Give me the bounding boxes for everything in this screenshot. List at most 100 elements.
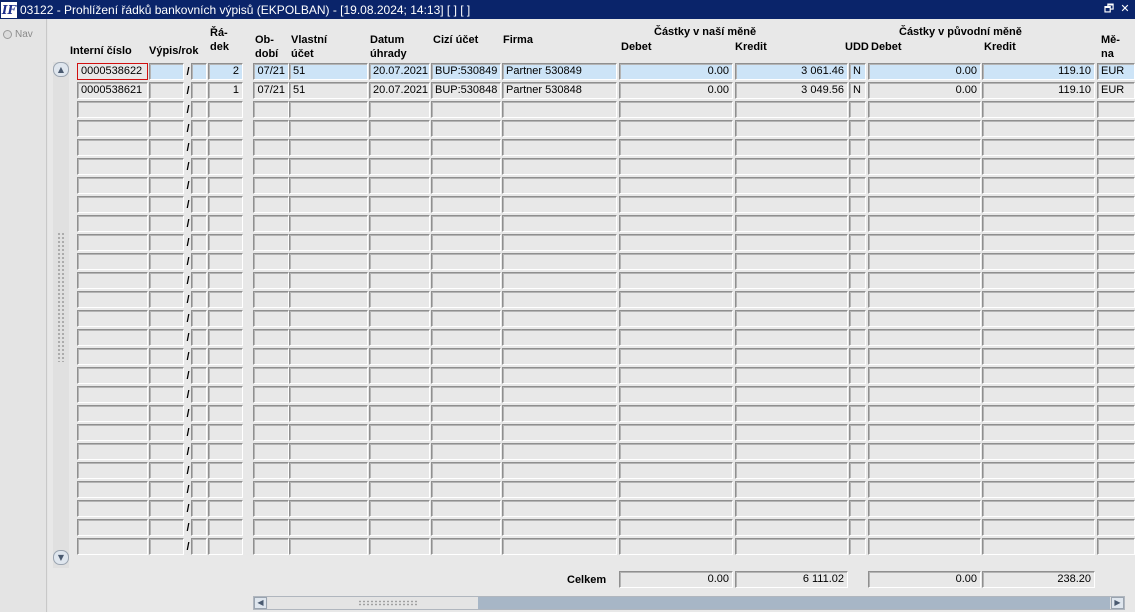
obdobi-cell[interactable]	[253, 215, 289, 232]
cizi-ucet-cell[interactable]	[431, 538, 501, 555]
obdobi-cell[interactable]	[253, 424, 289, 441]
interni-cislo-cell[interactable]	[77, 158, 148, 175]
debet-puvodni-cell[interactable]	[868, 500, 981, 517]
interni-cislo-cell[interactable]	[77, 272, 148, 289]
vypis-cell[interactable]	[149, 215, 184, 232]
debet-cell[interactable]	[619, 538, 733, 555]
debet-puvodni-cell[interactable]	[868, 177, 981, 194]
datum-uhrady-cell[interactable]	[369, 367, 430, 384]
cizi-ucet-cell[interactable]	[431, 405, 501, 422]
mena-cell[interactable]	[1097, 443, 1135, 460]
horizontal-scroll-track[interactable]	[478, 597, 1110, 609]
radek-cell[interactable]	[208, 120, 243, 137]
vypis-cell[interactable]	[149, 538, 184, 555]
vlastni-ucet-cell[interactable]	[289, 253, 368, 270]
rok-cell[interactable]	[191, 538, 207, 555]
obdobi-cell[interactable]	[253, 405, 289, 422]
rok-cell[interactable]	[191, 120, 207, 137]
udd-cell[interactable]	[849, 367, 866, 384]
radek-cell[interactable]	[208, 519, 243, 536]
udd-cell[interactable]	[849, 462, 866, 479]
firma-cell[interactable]	[502, 424, 617, 441]
debet-puvodni-cell[interactable]	[868, 158, 981, 175]
datum-uhrady-cell[interactable]	[369, 462, 430, 479]
mena-cell[interactable]	[1097, 196, 1135, 213]
kredit-puvodni-cell[interactable]: 119.10	[982, 63, 1095, 80]
vypis-cell[interactable]	[149, 329, 184, 346]
vlastni-ucet-cell[interactable]	[289, 405, 368, 422]
radek-cell[interactable]	[208, 177, 243, 194]
vlastni-ucet-cell[interactable]	[289, 272, 368, 289]
kredit-cell[interactable]	[735, 348, 848, 365]
datum-uhrady-cell[interactable]	[369, 234, 430, 251]
rok-cell[interactable]	[191, 101, 207, 118]
obdobi-cell[interactable]	[253, 139, 289, 156]
udd-cell[interactable]	[849, 348, 866, 365]
scroll-left-button[interactable]: ◀	[254, 597, 267, 609]
obdobi-cell[interactable]	[253, 443, 289, 460]
kredit-cell[interactable]	[735, 481, 848, 498]
firma-cell[interactable]	[502, 310, 617, 327]
nav-radio[interactable]: Nav	[3, 29, 33, 40]
kredit-puvodni-cell[interactable]	[982, 272, 1095, 289]
vlastni-ucet-cell[interactable]	[289, 538, 368, 555]
radek-cell[interactable]	[208, 386, 243, 403]
udd-cell[interactable]	[849, 424, 866, 441]
vypis-cell[interactable]	[149, 424, 184, 441]
vertical-scrollbar[interactable]: ▲ ▼	[53, 62, 69, 568]
datum-uhrady-cell[interactable]	[369, 215, 430, 232]
kredit-cell[interactable]	[735, 329, 848, 346]
datum-uhrady-cell[interactable]	[369, 272, 430, 289]
kredit-puvodni-cell[interactable]	[982, 462, 1095, 479]
debet-cell[interactable]	[619, 139, 733, 156]
datum-uhrady-cell[interactable]	[369, 253, 430, 270]
mena-cell[interactable]: EUR	[1097, 63, 1135, 80]
firma-cell[interactable]	[502, 101, 617, 118]
vlastni-ucet-cell[interactable]	[289, 443, 368, 460]
udd-cell[interactable]	[849, 196, 866, 213]
scroll-down-button[interactable]: ▼	[53, 550, 69, 565]
rok-cell[interactable]	[191, 82, 207, 99]
kredit-puvodni-cell[interactable]	[982, 348, 1095, 365]
mena-cell[interactable]	[1097, 310, 1135, 327]
kredit-puvodni-cell[interactable]	[982, 101, 1095, 118]
firma-cell[interactable]	[502, 329, 617, 346]
cizi-ucet-cell[interactable]	[431, 386, 501, 403]
firma-cell[interactable]	[502, 538, 617, 555]
obdobi-cell[interactable]	[253, 519, 289, 536]
debet-cell[interactable]	[619, 120, 733, 137]
vypis-cell[interactable]	[149, 481, 184, 498]
datum-uhrady-cell[interactable]	[369, 519, 430, 536]
udd-cell[interactable]	[849, 329, 866, 346]
interni-cislo-cell[interactable]	[77, 196, 148, 213]
datum-uhrady-cell[interactable]	[369, 348, 430, 365]
debet-puvodni-cell[interactable]	[868, 291, 981, 308]
cizi-ucet-cell[interactable]	[431, 101, 501, 118]
udd-cell[interactable]	[849, 253, 866, 270]
udd-cell[interactable]	[849, 386, 866, 403]
datum-uhrady-cell[interactable]	[369, 139, 430, 156]
vypis-cell[interactable]	[149, 405, 184, 422]
radek-cell[interactable]	[208, 538, 243, 555]
firma-cell[interactable]	[502, 272, 617, 289]
firma-cell[interactable]	[502, 519, 617, 536]
rok-cell[interactable]	[191, 462, 207, 479]
rok-cell[interactable]	[191, 196, 207, 213]
vypis-cell[interactable]	[149, 310, 184, 327]
datum-uhrady-cell[interactable]	[369, 177, 430, 194]
udd-cell[interactable]	[849, 234, 866, 251]
mena-cell[interactable]	[1097, 253, 1135, 270]
radek-cell[interactable]	[208, 139, 243, 156]
debet-puvodni-cell[interactable]	[868, 348, 981, 365]
datum-uhrady-cell[interactable]	[369, 310, 430, 327]
udd-cell[interactable]	[849, 158, 866, 175]
kredit-puvodni-cell[interactable]	[982, 215, 1095, 232]
udd-cell[interactable]	[849, 139, 866, 156]
firma-cell[interactable]	[502, 405, 617, 422]
udd-cell[interactable]	[849, 291, 866, 308]
radek-cell[interactable]	[208, 500, 243, 517]
udd-cell[interactable]	[849, 310, 866, 327]
udd-cell[interactable]	[849, 500, 866, 517]
radek-cell[interactable]	[208, 405, 243, 422]
vypis-cell[interactable]	[149, 82, 184, 99]
